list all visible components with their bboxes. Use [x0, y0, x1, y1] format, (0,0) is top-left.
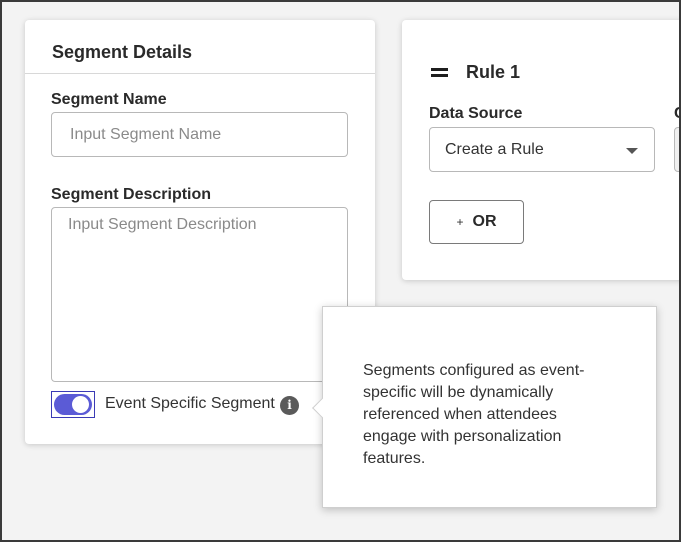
segment-name-input[interactable]	[51, 112, 348, 157]
segment-details-divider	[25, 73, 375, 74]
drag-handle-icon[interactable]	[431, 68, 448, 78]
chevron-down-icon	[626, 148, 638, 154]
toggle-track	[54, 394, 92, 415]
data-source-select[interactable]: Create a Rule	[429, 127, 655, 172]
segment-description-label: Segment Description	[51, 186, 212, 203]
event-specific-tooltip: Segments configured as event-specific wi…	[312, 306, 657, 508]
second-field-select[interactable]	[674, 127, 681, 172]
plus-icon: +	[456, 215, 464, 229]
segment-name-label: Segment Name	[51, 91, 167, 108]
or-button-label: OR	[472, 213, 497, 230]
rule-title: Rule 1	[466, 62, 521, 82]
data-source-value: Create a Rule	[445, 141, 544, 158]
data-source-label: Data Source	[429, 105, 523, 122]
second-field-label: C	[674, 105, 681, 122]
segment-details-title: Segment Details	[52, 42, 193, 62]
add-or-button[interactable]: + OR	[429, 200, 524, 244]
event-specific-toggle[interactable]	[51, 391, 95, 418]
tooltip-text: Segments configured as event-specific wi…	[363, 362, 585, 467]
rule-card: Rule 1 Data Source C Create a Rule + OR	[402, 20, 681, 280]
event-specific-label: Event Specific Segment	[105, 395, 275, 412]
segment-description-input[interactable]	[51, 207, 348, 382]
info-icon[interactable]: i	[280, 396, 299, 415]
toggle-knob	[72, 396, 89, 413]
